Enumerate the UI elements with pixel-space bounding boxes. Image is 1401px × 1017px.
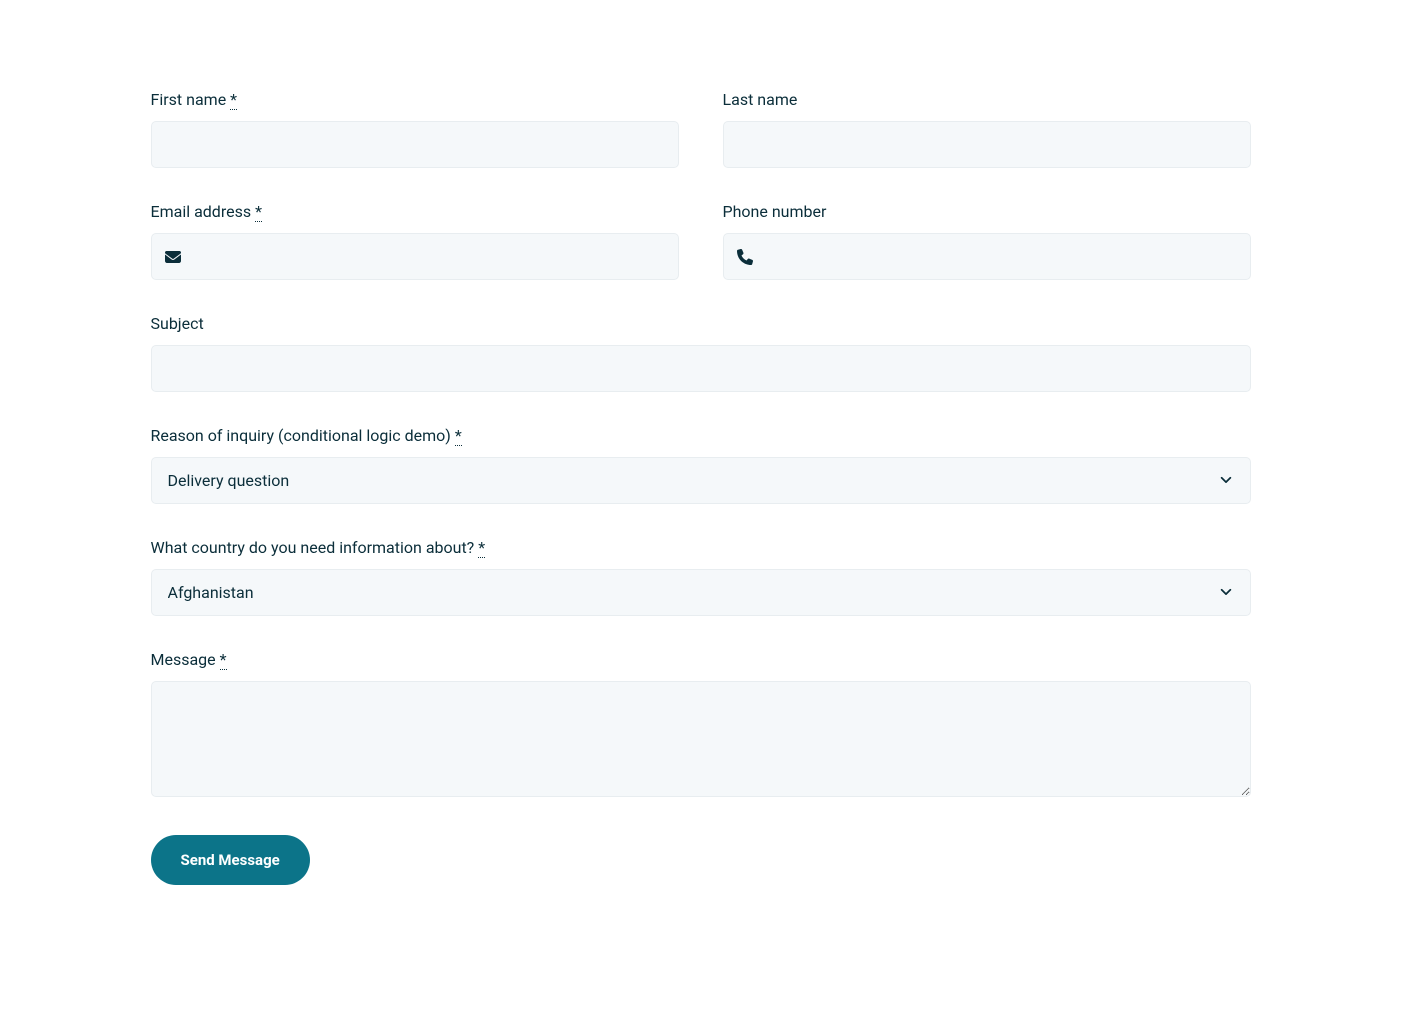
send-message-button[interactable]: Send Message — [151, 835, 310, 885]
email-label-text: Email address — [151, 202, 252, 221]
required-mark: * — [220, 650, 227, 670]
required-mark: * — [478, 538, 485, 558]
country-label-text: What country do you need information abo… — [151, 538, 475, 557]
subject-input[interactable] — [151, 345, 1251, 392]
country-label: What country do you need information abo… — [151, 538, 1251, 557]
reason-label: Reason of inquiry (conditional logic dem… — [151, 426, 1251, 445]
email-input[interactable] — [151, 233, 679, 280]
first-name-label-text: First name — [151, 90, 227, 109]
country-select[interactable]: Afghanistan — [151, 569, 1251, 616]
phone-input[interactable] — [723, 233, 1251, 280]
reason-select[interactable]: Delivery question — [151, 457, 1251, 504]
email-label: Email address * — [151, 202, 679, 221]
reason-label-text: Reason of inquiry (conditional logic dem… — [151, 426, 451, 445]
phone-icon — [737, 249, 753, 265]
message-label-text: Message — [151, 650, 216, 669]
message-textarea[interactable] — [151, 681, 1251, 797]
last-name-label: Last name — [723, 90, 1251, 109]
required-mark: * — [255, 202, 262, 222]
first-name-label: First name * — [151, 90, 679, 109]
message-label: Message * — [151, 650, 1251, 669]
subject-label: Subject — [151, 314, 1251, 333]
last-name-input[interactable] — [723, 121, 1251, 168]
required-mark: * — [455, 426, 462, 446]
envelope-icon — [165, 249, 181, 265]
phone-label: Phone number — [723, 202, 1251, 221]
first-name-input[interactable] — [151, 121, 679, 168]
required-mark: * — [230, 90, 237, 110]
